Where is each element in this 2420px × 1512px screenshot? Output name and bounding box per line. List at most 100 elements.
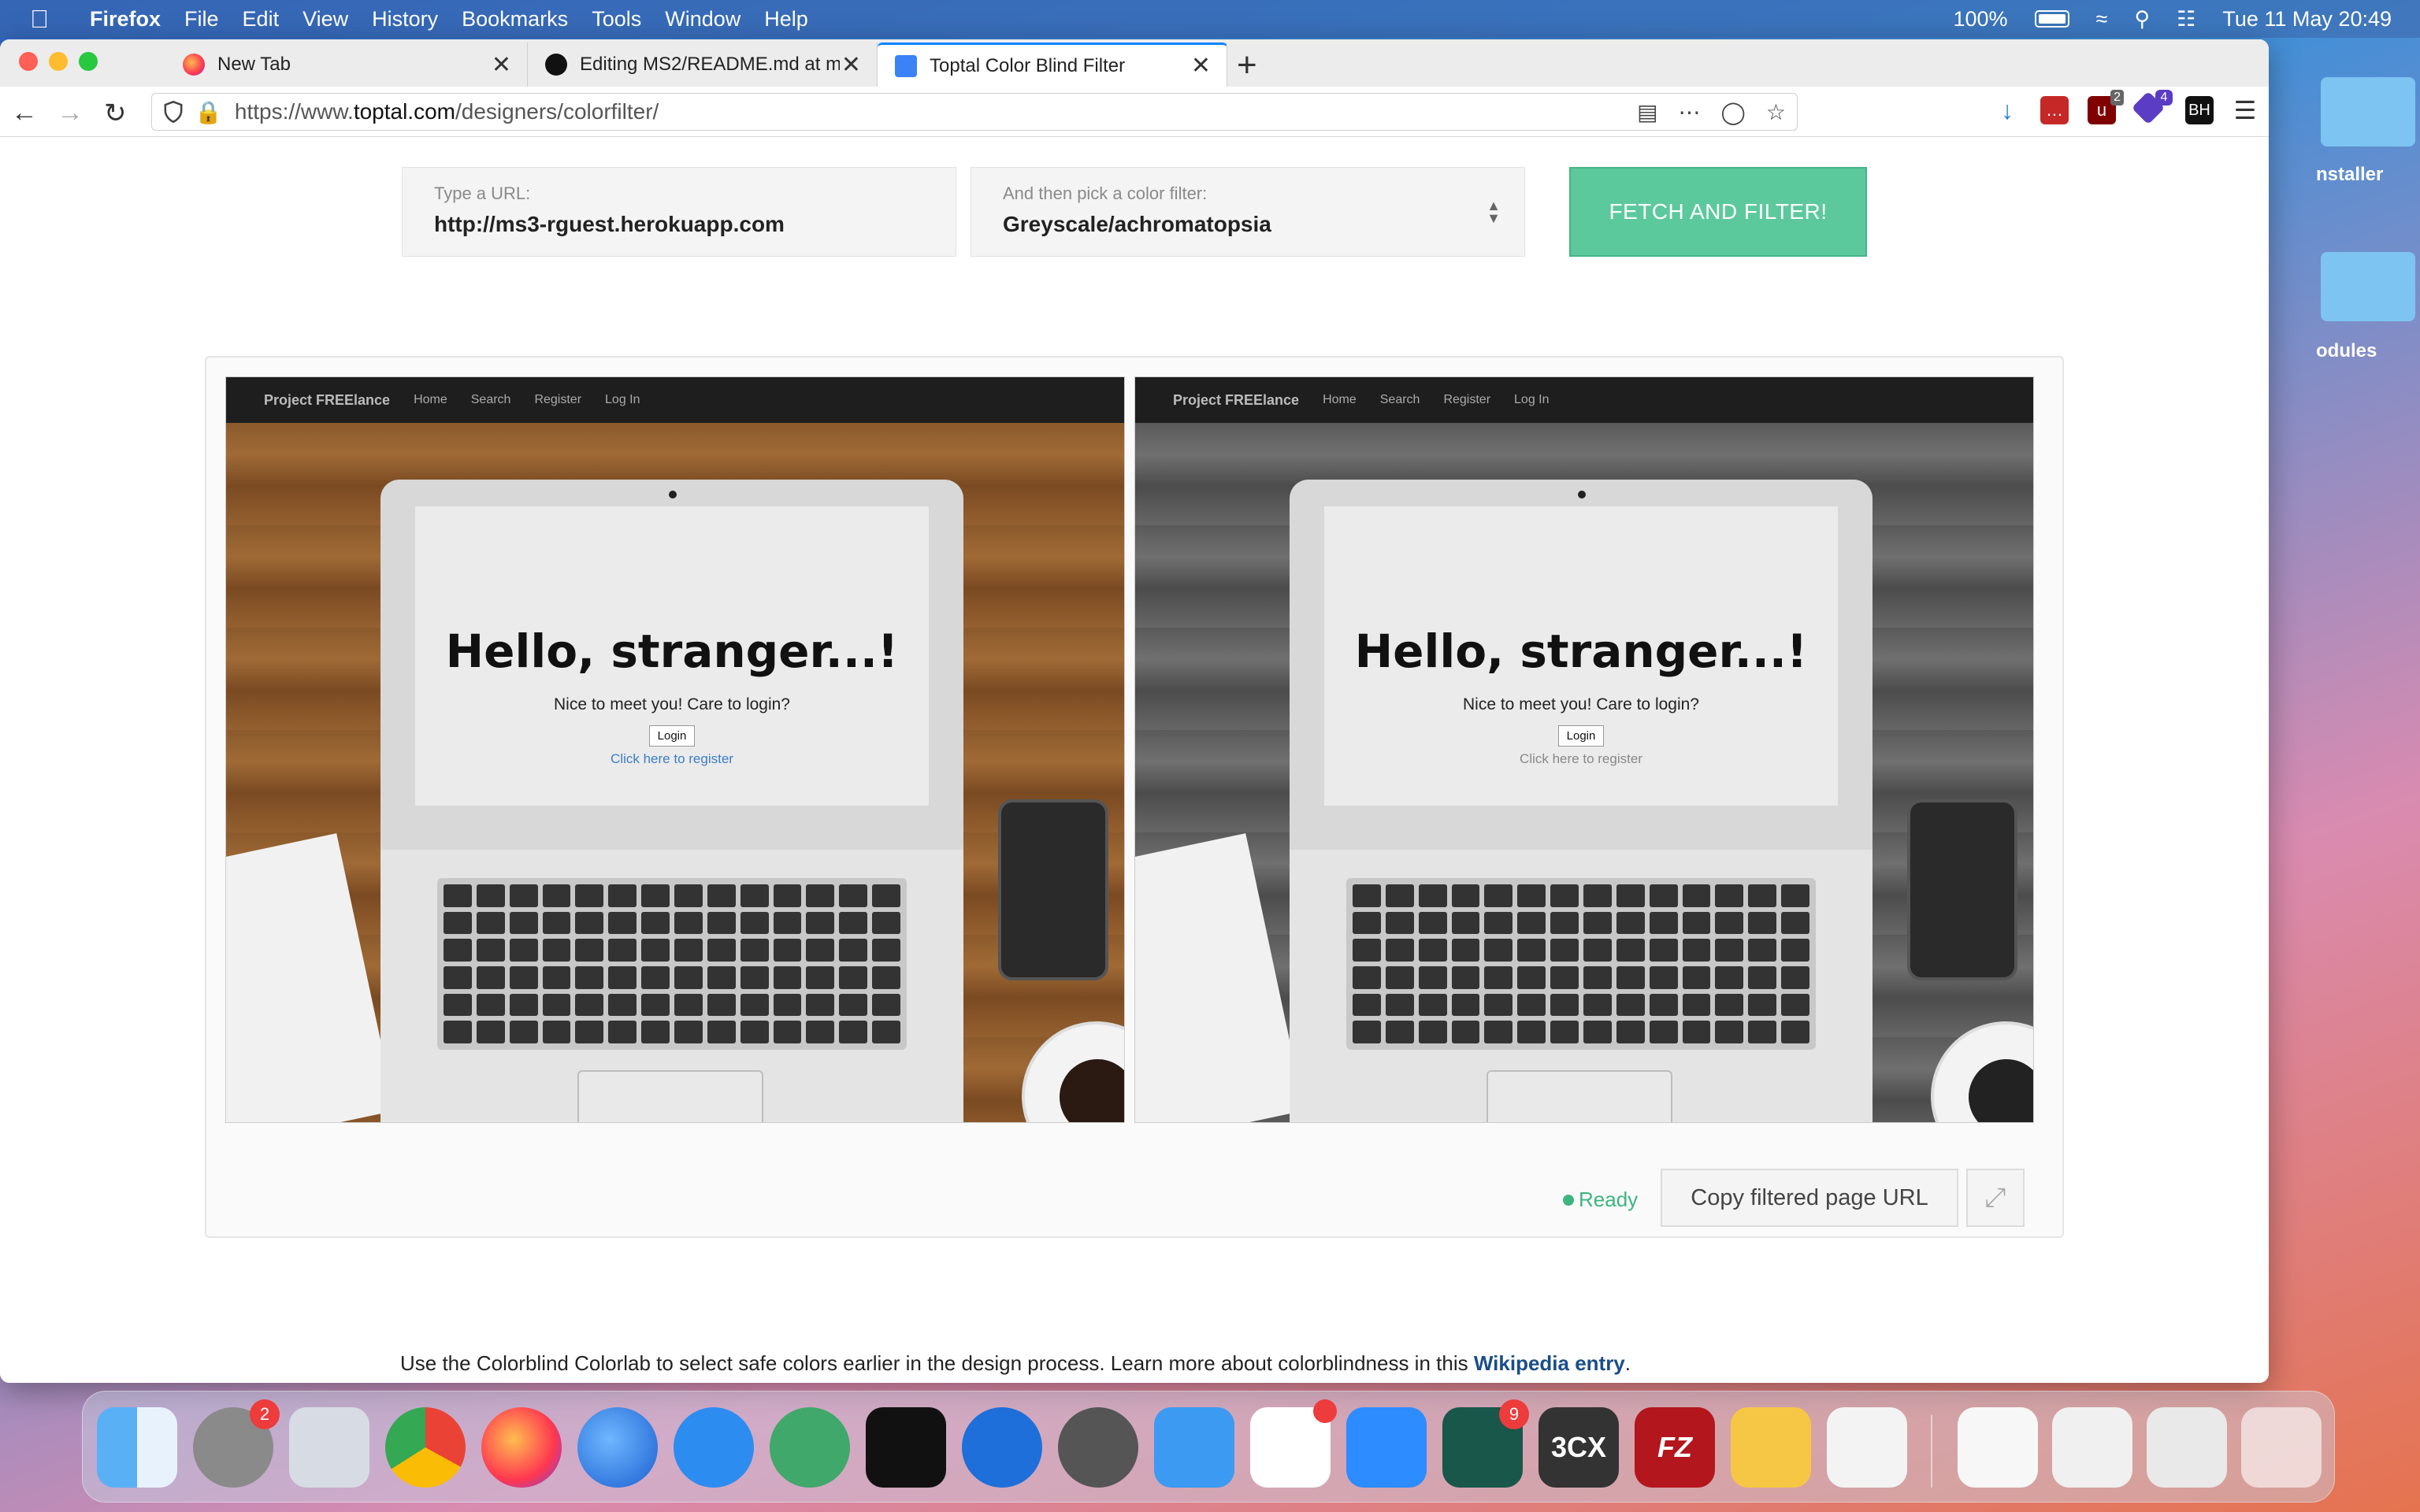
slack-icon[interactable]	[1250, 1399, 1337, 1488]
ublock-origin-icon[interactable]: u2	[2088, 90, 2124, 124]
color-filter-select[interactable]: And then pick a color filter: Greyscale/…	[971, 167, 1525, 257]
menu-app-name[interactable]: Firefox	[90, 7, 161, 32]
filezilla-icon[interactable]: FZ	[1635, 1407, 1715, 1488]
reload-icon[interactable]: ↻	[104, 98, 127, 129]
tracking-protection-shield-icon[interactable]	[163, 101, 184, 123]
safari-icon[interactable]	[674, 1407, 754, 1488]
menu-help[interactable]: Help	[764, 7, 808, 32]
reader-view-icon[interactable]: ▤	[1637, 99, 1657, 125]
url-bar[interactable]: 🔒 https://www. toptal.com/designers/color…	[151, 93, 1798, 131]
menu-file[interactable]: File	[184, 7, 219, 32]
tab-github-readme[interactable]: Editing MS2/README.md at ma ✕	[528, 43, 878, 87]
preview-register-link[interactable]: Click here to register	[1324, 751, 1838, 767]
menu-history[interactable]: History	[372, 7, 438, 32]
downloads-stack-icon[interactable]	[2147, 1407, 2227, 1488]
hamburger-menu-icon[interactable]: ☰	[2231, 96, 2259, 124]
trash-icon[interactable]	[2241, 1407, 2322, 1488]
system-preferences-icon[interactable]: 2	[193, 1399, 280, 1488]
close-tab-icon[interactable]: ✕	[492, 51, 511, 79]
system-preferences-badge: 2	[250, 1399, 280, 1429]
recent-document-icon[interactable]	[2052, 1407, 2132, 1488]
url-prefix: https://www.	[234, 99, 354, 124]
chrome-icon[interactable]	[385, 1407, 466, 1488]
wooden-desk-background: Hello, stranger...! Nice to meet you! Ca…	[226, 423, 1124, 1122]
lock-icon[interactable]: 🔒	[195, 99, 222, 125]
finder-icon[interactable]	[97, 1407, 177, 1488]
preview-register-link[interactable]: Click here to register	[415, 751, 929, 767]
xml-document-icon[interactable]	[1958, 1407, 2038, 1488]
url-input-value[interactable]: http://ms3-rguest.herokuapp.com	[434, 212, 924, 237]
control-center-icon[interactable]: ☷	[2177, 7, 2195, 32]
preview-nav-login[interactable]: Log In	[1514, 393, 1549, 407]
new-tab-plus-icon[interactable]: +	[1237, 46, 1257, 85]
preview-login-button[interactable]: Login	[1557, 725, 1605, 747]
tab-toptal-color-filter[interactable]: Toptal Color Blind Filter ✕	[878, 43, 1227, 87]
preview-nav-search[interactable]: Search	[1380, 393, 1420, 407]
window-close-button[interactable]	[19, 52, 38, 71]
mail-icon[interactable]	[1154, 1407, 1234, 1488]
window-zoom-button[interactable]	[79, 52, 98, 71]
wikipedia-entry-link[interactable]: Wikipedia entry	[1474, 1351, 1625, 1375]
menu-window[interactable]: Window	[665, 7, 740, 32]
fetch-and-filter-button[interactable]: FETCH AND FILTER!	[1569, 167, 1867, 257]
filtered-preview[interactable]: Project FREElance Home Search Register L…	[1134, 376, 2034, 1123]
downloads-icon[interactable]: ↓	[1993, 96, 2021, 124]
menu-bookmarks[interactable]: Bookmarks	[462, 7, 568, 32]
toptal-colorfilter-page: Type a URL: http://ms3-rguest.herokuapp.…	[0, 137, 2269, 1383]
footnote-text: Use the Colorblind Colorlab to select sa…	[400, 1351, 1631, 1376]
pocket-icon[interactable]: ◯	[1721, 99, 1746, 125]
preview-login-button[interactable]: Login	[648, 725, 696, 747]
fullscreen-expand-icon[interactable]: ⤢	[1966, 1169, 2025, 1227]
bookmark-star-icon[interactable]: ☆	[1766, 99, 1786, 125]
clock[interactable]: Tue 11 May 20:49	[2222, 7, 2392, 32]
desktop-item-label[interactable]: nstaller	[2316, 164, 2383, 186]
apple-menu-icon[interactable]: 	[30, 5, 65, 34]
url-input-field[interactable]: Type a URL: http://ms3-rguest.herokuapp.…	[402, 167, 956, 257]
url-domain: toptal.com	[353, 99, 455, 124]
close-tab-icon[interactable]: ✕	[841, 51, 861, 79]
desktop-item-label[interactable]: odules	[2316, 340, 2377, 362]
wunderlist-icon[interactable]: 9	[1442, 1399, 1529, 1488]
preview-nav-login[interactable]: Log In	[605, 393, 640, 407]
select-arrows-icon[interactable]: ▲ ▼	[1487, 198, 1501, 225]
preview-nav-search[interactable]: Search	[471, 393, 511, 407]
3cx-icon[interactable]: 3CX	[1538, 1407, 1619, 1488]
copy-filtered-url-button[interactable]: Copy filtered page URL	[1661, 1169, 1958, 1227]
desktop-folder[interactable]	[2321, 252, 2415, 321]
wifi-icon[interactable]: ≈	[2096, 7, 2108, 32]
hero-subtitle: Nice to meet you! Care to login?	[554, 695, 790, 713]
back-arrow-icon[interactable]: ←	[11, 98, 38, 128]
sourcetree-icon[interactable]	[962, 1407, 1042, 1488]
menu-tools[interactable]: Tools	[592, 7, 641, 32]
bh-extension-icon[interactable]: BH	[2185, 96, 2214, 124]
atom-icon[interactable]	[770, 1407, 850, 1488]
preview-nav-home[interactable]: Home	[414, 393, 447, 407]
cyberduck-icon[interactable]	[1731, 1407, 1811, 1488]
original-preview[interactable]: Project FREElance Home Search Register L…	[225, 376, 1125, 1123]
close-tab-icon[interactable]: ✕	[1191, 52, 1211, 80]
preview-nav-register[interactable]: Register	[1443, 393, 1490, 407]
forward-arrow-icon[interactable]: →	[57, 98, 84, 128]
laptop-base	[1290, 850, 1873, 1122]
firefox-icon[interactable]	[481, 1407, 562, 1488]
page-actions-ellipsis-icon[interactable]: ⋯	[1679, 99, 1701, 125]
menu-view[interactable]: View	[302, 7, 348, 32]
textedit-icon[interactable]	[1827, 1407, 1907, 1488]
preview-nav-register[interactable]: Register	[534, 393, 581, 407]
filter-select-value[interactable]: Greyscale/achromatopsia	[1003, 212, 1493, 237]
spotlight-search-icon[interactable]: ⚲	[2134, 7, 2150, 32]
preview-brand[interactable]: Project FREElance	[264, 392, 390, 409]
preview-brand[interactable]: Project FREElance	[1173, 392, 1299, 409]
firefox-developer-edition-icon[interactable]	[577, 1407, 658, 1488]
zoom-icon[interactable]	[1346, 1407, 1427, 1488]
preview-nav-home[interactable]: Home	[1323, 393, 1357, 407]
lastpass-icon[interactable]: …	[2040, 96, 2069, 124]
menu-edit[interactable]: Edit	[243, 7, 280, 32]
launchpad-icon[interactable]	[289, 1407, 369, 1488]
window-minimize-button[interactable]	[49, 52, 68, 71]
terminal-icon[interactable]	[866, 1407, 946, 1488]
tab-new-tab[interactable]: New Tab ✕	[165, 43, 528, 87]
sequel-pro-elephant-icon[interactable]	[1058, 1407, 1138, 1488]
battery-icon[interactable]	[2034, 10, 2069, 28]
desktop-folder[interactable]	[2321, 77, 2415, 146]
